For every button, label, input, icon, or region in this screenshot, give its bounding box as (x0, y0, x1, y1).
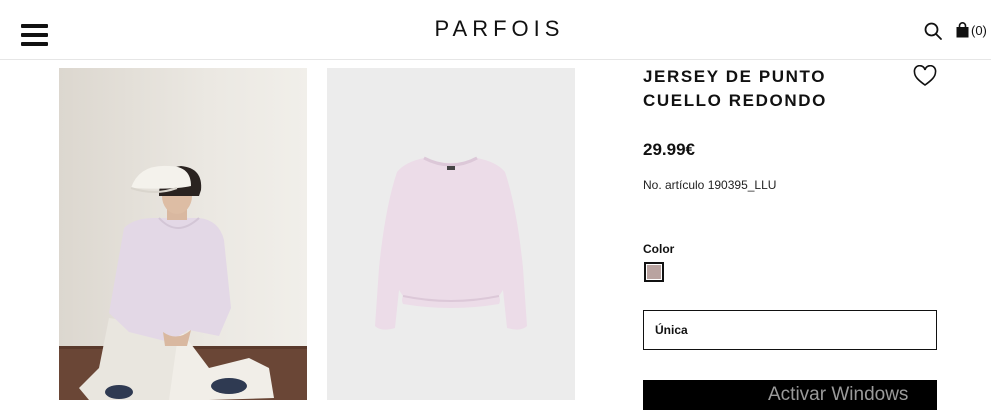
product-price: 29.99€ (643, 140, 695, 159)
cart-button[interactable]: (0) (956, 20, 987, 40)
cart-count: (0) (971, 22, 987, 38)
windows-activation-watermark: Activar Windows (768, 384, 909, 405)
search-icon[interactable] (923, 21, 943, 41)
color-swatch[interactable] (644, 262, 664, 282)
color-label: Color (643, 242, 675, 256)
heart-icon[interactable] (913, 65, 937, 87)
pink-sweater-product-photo[interactable] (327, 68, 575, 400)
model-wearing-pink-sweater-photo[interactable] (59, 68, 307, 400)
product-sku: No. artículo 190395_LLU (643, 178, 777, 192)
site-header: PARFOIS (0) (0, 0, 991, 60)
size-selector[interactable]: Única (643, 310, 937, 350)
brand-logo[interactable]: PARFOIS (0, 16, 991, 42)
shopping-bag-icon (956, 22, 969, 38)
product-title: JERSEY DE PUNTO CUELLO REDONDO (643, 67, 827, 110)
